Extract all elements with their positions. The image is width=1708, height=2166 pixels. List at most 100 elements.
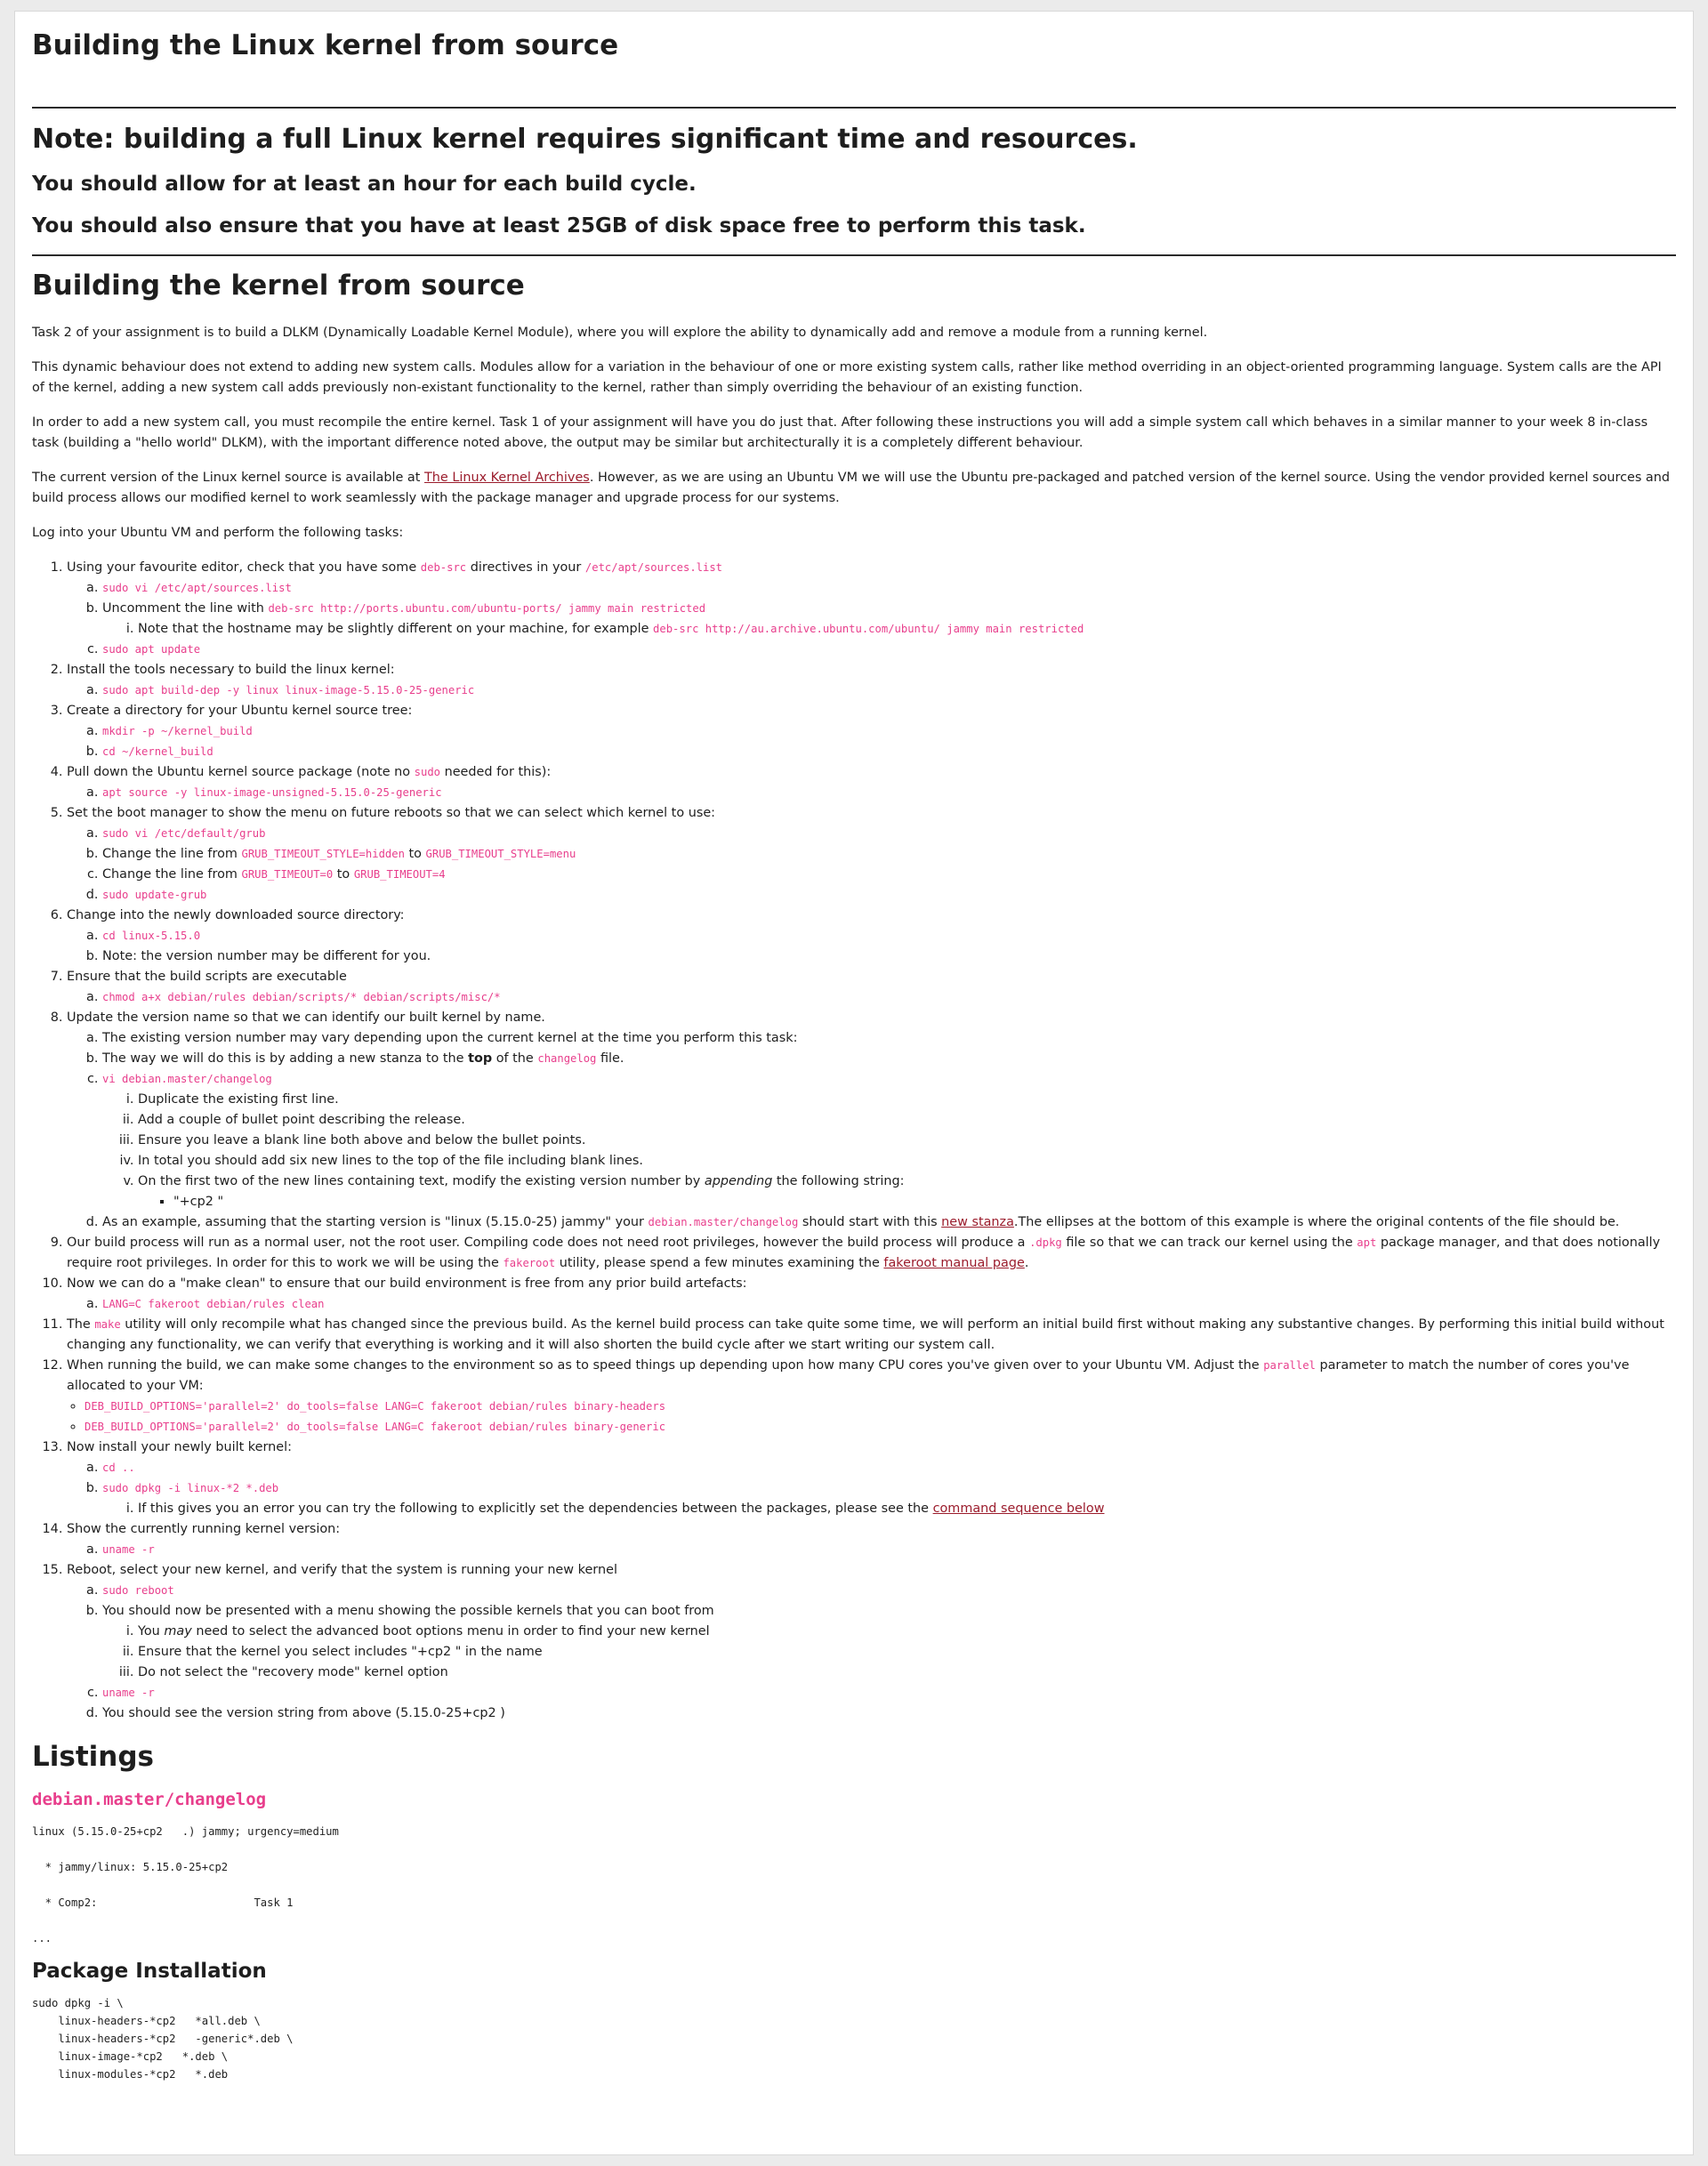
text: need to select the advanced boot options… [191,1624,710,1639]
substep: Duplicate the existing first line. [138,1090,1676,1110]
text: Ensure that the build scripts are execut… [67,970,347,984]
text: file so that we can track our kernel usi… [1061,1236,1358,1250]
step-1: Using your favourite editor, check that … [67,558,1676,660]
substep: uname -r [102,1683,1676,1703]
text: Uncomment the line with [102,601,269,616]
code: DEB_BUILD_OPTIONS='parallel=2' do_tools=… [85,1421,666,1433]
code: .dpkg [1029,1236,1062,1249]
code: LANG=C fakeroot debian/rules clean [102,1298,325,1310]
substep: apt source -y linux-image-unsigned-5.15.… [102,783,1676,803]
code: debian.master/changelog [648,1216,799,1228]
code: sudo apt build-dep -y linux linux-image-… [102,684,475,697]
text: As an example, assuming that the startin… [102,1215,649,1229]
substep: chmod a+x debian/rules debian/scripts/* … [102,987,1676,1008]
note-heading: Note: building a full Linux kernel requi… [32,124,1138,155]
substep: Change the line from GRUB_TIMEOUT=0 to G… [102,865,1676,885]
code: uname -r [102,1543,155,1556]
substep: Do not select the "recovery mode" kernel… [138,1663,1676,1683]
new-stanza-link[interactable]: new stanza [941,1215,1014,1229]
code: parallel [1263,1359,1316,1372]
code: sudo [414,766,440,778]
substep: On the first two of the new lines contai… [138,1172,1676,1212]
substep: As an example, assuming that the startin… [102,1212,1676,1233]
substep: If this gives you an error you can try t… [138,1499,1676,1519]
listings-heading: Listings [32,1741,154,1773]
text: Reboot, select your new kernel, and veri… [67,1563,617,1577]
text: The [67,1317,95,1332]
note-line-1: You should allow for at least an hour fo… [32,173,697,196]
substep: vi debian.master/changelog Duplicate the… [102,1069,1676,1212]
step-14: Show the currently running kernel versio… [67,1519,1676,1560]
substep: DEB_BUILD_OPTIONS='parallel=2' do_tools=… [85,1417,1676,1437]
text: When running the build, we can make some… [67,1358,1264,1373]
code: sudo dpkg -i linux-*2 *.deb [102,1482,279,1494]
step-10: Now we can do a "make clean" to ensure t… [67,1274,1676,1315]
text: Note that the hostname may be slightly d… [138,622,654,636]
substep: sudo dpkg -i linux-*2 *.deb If this give… [102,1478,1676,1519]
text: needed for this): [440,765,552,779]
code: deb-src [420,561,467,574]
kernel-archives-link[interactable]: The Linux Kernel Archives [424,471,590,485]
text: directives in your [466,560,585,575]
text: The way we will do this is by adding a n… [102,1051,469,1066]
substep: sudo vi /etc/apt/sources.list [102,578,1676,599]
step-9: Our build process will run as a normal u… [67,1233,1676,1274]
code: uname -r [102,1687,155,1699]
substep: sudo update-grub [102,885,1676,906]
emphasis: appending [704,1174,773,1188]
code: DEB_BUILD_OPTIONS='parallel=2' do_tools=… [85,1400,666,1413]
fakeroot-manual-link[interactable]: fakeroot manual page [883,1256,1024,1270]
command-sequence-link[interactable]: command sequence below [933,1502,1105,1516]
article-body: Task 2 of your assignment is to build a … [32,323,1676,2083]
text: You [138,1624,165,1639]
text: Change into the newly downloaded source … [67,908,405,922]
text: . [1024,1256,1029,1270]
text: Pull down the Ubuntu kernel source packa… [67,765,415,779]
step-6: Change into the newly downloaded source … [67,906,1676,967]
emphasis: top [468,1051,493,1066]
package-installation-heading: Package Installation [32,1960,267,1983]
text: Change the line from [102,867,242,882]
text: Create a directory for your Ubuntu kerne… [67,704,413,718]
text: Show the currently running kernel versio… [67,1522,341,1536]
note-line-2: You should also ensure that you have at … [32,214,1086,238]
page-title: Building the Linux kernel from source [32,29,619,61]
section-heading: Building the kernel from source [32,270,525,302]
code: make [94,1318,121,1331]
substep: You should now be presented with a menu … [102,1601,1676,1683]
code: sudo vi /etc/default/grub [102,827,266,840]
code: apt [1357,1236,1377,1249]
substep: cd linux-5.15.0 [102,926,1676,946]
code: sudo vi /etc/apt/sources.list [102,582,292,594]
substep: Ensure that the kernel you select includ… [138,1642,1676,1663]
step-2: Install the tools necessary to build the… [67,660,1676,701]
text: file. [596,1051,624,1066]
code: sudo reboot [102,1584,174,1597]
code: deb-src http://au.archive.ubuntu.com/ubu… [653,623,1084,635]
step-5: Set the boot manager to show the menu on… [67,803,1676,906]
code: chmod a+x debian/rules debian/scripts/* … [102,991,501,1003]
text: to [333,867,354,882]
code: GRUB_TIMEOUT_STYLE=hidden [241,848,405,860]
code: changelog [537,1052,597,1065]
text: Set the boot manager to show the menu on… [67,806,716,820]
text: of the [492,1051,538,1066]
substep: Ensure you leave a blank line both above… [138,1131,1676,1151]
code: /etc/apt/sources.list [584,561,723,574]
text: should start with this [798,1215,942,1229]
code: GRUB_TIMEOUT=4 [353,868,446,881]
divider-bottom [32,254,1676,256]
substep: Note: the version number may be differen… [102,946,1676,967]
substep: Uncomment the line with deb-src http://p… [102,599,1676,640]
code: mkdir -p ~/kernel_build [102,725,253,737]
code: GRUB_TIMEOUT_STYLE=menu [425,848,576,860]
code: vi debian.master/changelog [102,1073,272,1085]
emphasis: may [164,1624,192,1639]
substep: You should see the version string from a… [102,1703,1676,1724]
text: utility, please spend a few minutes exam… [555,1256,884,1270]
substep: sudo apt build-dep -y linux linux-image-… [102,680,1676,701]
paragraph: Task 2 of your assignment is to build a … [32,326,1208,340]
text: .The ellipses at the bottom of this exam… [1013,1215,1620,1229]
paragraph: Log into your Ubuntu VM and perform the … [32,526,404,540]
code: deb-src http://ports.ubuntu.com/ubuntu-p… [268,602,706,615]
